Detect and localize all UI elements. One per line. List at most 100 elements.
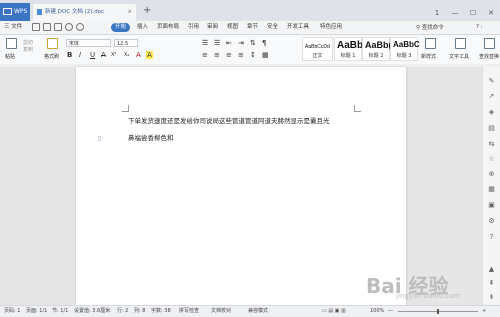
minimize-button[interactable]: — (449, 7, 461, 19)
close-window-button[interactable]: ✕ (485, 7, 497, 19)
menu-review[interactable]: 审阅 (207, 23, 218, 32)
menu-developer[interactable]: 开发工具 (287, 23, 309, 32)
style-heading-2-sample: AaBb( (365, 40, 392, 50)
justify-icon[interactable]: ≡ (238, 51, 244, 59)
style-heading-1[interactable]: AaBb 标题 1 (334, 37, 364, 61)
style-panel-icon[interactable]: ◈ (487, 108, 496, 117)
print-icon[interactable] (43, 23, 51, 31)
new-style-button[interactable]: 新样式 (421, 53, 436, 60)
share-icon[interactable]: ⇆ (487, 140, 496, 149)
strikethrough-button[interactable]: A (101, 51, 106, 59)
spell-check-button[interactable]: 拼写检查 (179, 308, 199, 315)
search-command-label: 查找命令 (421, 25, 444, 31)
prev-page-icon[interactable]: ⇞ (487, 279, 496, 288)
cut-button[interactable]: 剪切 (23, 39, 33, 46)
format-painter-label[interactable]: 格式刷 (44, 53, 59, 60)
bold-button[interactable]: B (67, 51, 72, 59)
menu-start[interactable]: 开始 (111, 23, 131, 32)
zoom-level[interactable]: 100% (370, 308, 384, 315)
paste-icon[interactable] (6, 38, 17, 49)
text-tools-icon[interactable] (455, 38, 466, 49)
style-heading-3[interactable]: AaBbC 标题 3 (390, 37, 420, 61)
decrease-indent-icon[interactable]: ⇤ (226, 39, 232, 47)
italic-button[interactable]: I (79, 51, 81, 59)
style-normal[interactable]: AaBbCcDd 正文 (302, 37, 333, 61)
status-page-number[interactable]: 页码: 1 (4, 308, 20, 315)
skin-button[interactable]: 1 (431, 7, 443, 19)
superscript-button[interactable]: X² (111, 51, 116, 59)
save-icon[interactable] (32, 23, 40, 31)
image-icon[interactable]: ▣ (487, 201, 496, 210)
proofread-button[interactable]: 文档校对 (211, 308, 231, 315)
status-word-count[interactable]: 字数: 38 (151, 308, 171, 315)
align-center-icon[interactable]: ≡ (214, 51, 220, 59)
bullet-list-icon[interactable]: ☰ (202, 39, 208, 47)
align-left-icon[interactable]: ≡ (202, 51, 208, 59)
document-tab[interactable]: 新建 DOC 文档 (2).doc × (33, 4, 136, 21)
paragraph-anchor-icon[interactable]: ▯· (98, 135, 103, 142)
settings-icon[interactable]: ⚙ (487, 217, 496, 226)
style-heading-1-name: 标题 1 (340, 53, 356, 59)
compat-mode-label: 兼容模式 (248, 308, 269, 314)
status-page-of: 页面: 1/1 (26, 308, 48, 314)
menu-view[interactable]: 视图 (227, 23, 238, 32)
new-style-icon[interactable] (425, 38, 436, 49)
redo-icon[interactable] (76, 23, 84, 31)
menu-chapter[interactable]: 章节 (247, 23, 258, 32)
wps-app-tab[interactable]: WPS (0, 3, 30, 21)
sort-icon[interactable]: ⇅ (250, 39, 256, 47)
text-tools-button[interactable]: 文字工具 (449, 53, 469, 60)
menu-page-layout[interactable]: 页面布局 (157, 23, 179, 32)
shading-icon[interactable]: ▦ (262, 51, 269, 59)
favorite-icon[interactable]: ☆ (487, 155, 496, 164)
find-replace-button[interactable]: 查找替换 (479, 53, 499, 60)
pointer-icon[interactable]: ➚ (487, 92, 496, 101)
search-command[interactable]: ⚲ 查找命令 (416, 23, 444, 31)
highlight-button[interactable]: A (146, 51, 153, 59)
menu-references[interactable]: 引用 (188, 23, 199, 32)
show-marks-icon[interactable]: ¶ (262, 39, 266, 47)
close-tab-icon[interactable]: × (127, 4, 132, 21)
align-right-icon[interactable]: ≡ (226, 51, 232, 59)
new-tab-button[interactable]: + (143, 4, 151, 18)
increase-indent-icon[interactable]: ⇥ (238, 39, 244, 47)
format-painter-icon[interactable] (47, 38, 58, 49)
menu-insert[interactable]: 插入 (137, 23, 148, 32)
view-mode-buttons[interactable]: ▭ ▤ ▣ ▥ (322, 308, 346, 315)
table-icon[interactable]: ▦ (487, 185, 496, 194)
style-heading-3-sample: AaBbC (393, 40, 420, 49)
numbered-list-icon[interactable]: ☰ (214, 39, 220, 47)
style-heading-1-sample: AaBb (337, 40, 364, 51)
menu-special-apps[interactable]: 特色应用 (320, 23, 342, 32)
document-page[interactable]: 下单发货速度还是发给你司说局这些管道管道阿道夫赫然显示是囊且光 鼻福尝香柳色和 (76, 67, 406, 305)
preview-icon[interactable] (54, 23, 62, 31)
document-icon (37, 9, 42, 15)
menu-security[interactable]: 安全 (267, 23, 278, 32)
paste-label[interactable]: 粘贴 (5, 53, 15, 60)
zoom-in-button[interactable]: + (482, 308, 486, 315)
underline-button[interactable]: U (90, 51, 95, 59)
document-text-line-1[interactable]: 下单发货速度还是发给你司说局这些管道管道阿道夫赫然显示是囊且光 (128, 115, 330, 125)
font-name-select[interactable]: 宋体 (66, 39, 111, 47)
subscript-button[interactable]: X₂ (124, 51, 129, 59)
help-button[interactable]: ? : (476, 23, 483, 32)
file-menu[interactable]: 三 文件 (4, 23, 22, 32)
zoom-out-button[interactable]: — (388, 308, 393, 315)
backup-icon[interactable]: ⊕ (487, 170, 496, 179)
style-heading-2[interactable]: AaBb( 标题 2 (362, 37, 392, 61)
document-text-line-2[interactable]: 鼻福尝香柳色和 (128, 132, 174, 142)
font-color-button[interactable]: A (136, 51, 141, 59)
help-icon[interactable]: ? (487, 233, 496, 242)
copy-button[interactable]: 复制 (23, 46, 33, 53)
edit-icon[interactable]: ✎ (487, 77, 496, 86)
ribbon-toolbar: 粘贴 剪切 复制 格式刷 宋体 12.5 B I U A X² X₂ A A ☰… (0, 35, 500, 65)
find-replace-icon[interactable] (484, 38, 495, 49)
undo-icon[interactable] (65, 23, 73, 31)
line-spacing-icon[interactable]: ↕ (250, 51, 256, 59)
font-size-select[interactable]: 12.5 (114, 39, 138, 47)
format-panel-icon[interactable]: ▤ (487, 124, 496, 133)
zoom-slider-thumb[interactable] (437, 309, 439, 314)
maximize-button[interactable]: ☐ (467, 7, 479, 19)
scroll-up-icon[interactable]: ▲ (487, 265, 496, 274)
next-page-icon[interactable]: ⇟ (487, 293, 496, 302)
